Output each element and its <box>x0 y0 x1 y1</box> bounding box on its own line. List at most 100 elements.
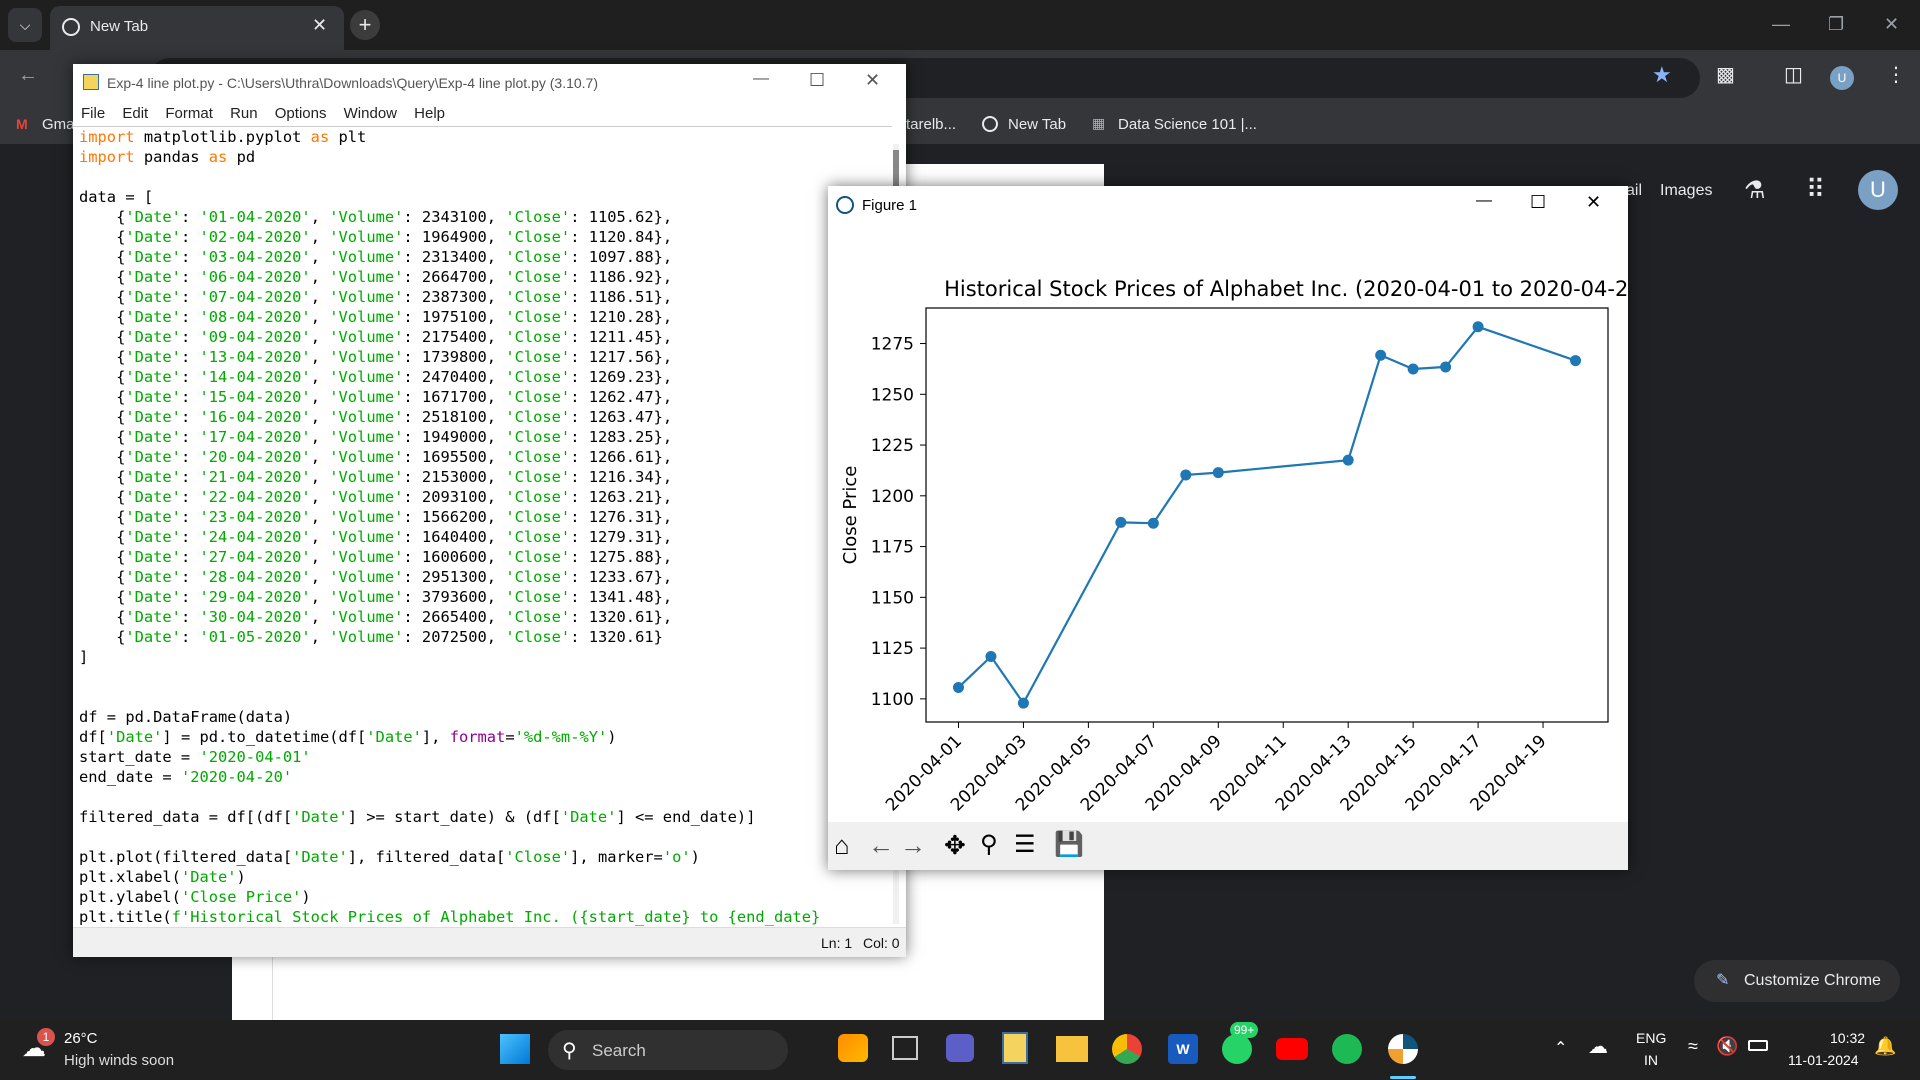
side-panel-icon[interactable]: ◫ <box>1784 62 1803 87</box>
chrome-globe-icon <box>62 18 80 36</box>
new-tab-button[interactable]: + <box>350 10 380 40</box>
data-point <box>985 651 997 663</box>
code-line-data-row: {'Date': '08-04-2020', 'Volume': 1975100… <box>79 308 673 326</box>
menu-window[interactable]: Window <box>344 105 397 122</box>
taskbar-search[interactable]: ⚲ Search <box>548 1030 788 1070</box>
notification-bell-icon[interactable]: 🔔 <box>1874 1036 1896 1057</box>
customize-chrome-button[interactable]: ✎ Customize Chrome <box>1694 960 1900 1002</box>
search-label: Search <box>592 1041 646 1060</box>
code-line-data-row: {'Date': '22-04-2020', 'Volume': 2093100… <box>79 488 673 506</box>
y-tick-label: 1225 <box>871 436 914 456</box>
back-arrow-icon[interactable]: ← <box>18 64 38 87</box>
idle-minimize-icon[interactable]: — <box>753 70 769 88</box>
file-explorer-icon[interactable] <box>1056 1036 1088 1062</box>
minimize-icon[interactable]: — <box>1772 14 1790 35</box>
tab-title: New Tab <box>90 18 149 35</box>
task-view-icon[interactable] <box>892 1036 918 1060</box>
matplotlib-taskbar-icon[interactable] <box>1388 1034 1418 1064</box>
teams-icon[interactable] <box>946 1034 974 1062</box>
home-icon[interactable]: ⌂ <box>834 830 850 861</box>
chrome-icon[interactable] <box>1112 1034 1142 1064</box>
images-link[interactable]: Images <box>1660 182 1712 200</box>
data-point <box>1375 349 1387 361</box>
restore-icon[interactable]: ❐ <box>1828 14 1844 35</box>
code-line-data-row: {'Date': '13-04-2020', 'Volume': 1739800… <box>79 348 673 366</box>
code-line-data-row: {'Date': '16-04-2020', 'Volume': 2518100… <box>79 408 673 426</box>
y-tick-label: 1150 <box>871 588 914 608</box>
onedrive-icon[interactable]: ☁ <box>1588 1034 1608 1059</box>
chevron-up-icon[interactable]: ⌃ <box>1554 1038 1567 1058</box>
back-icon[interactable]: ← <box>868 830 894 861</box>
profile-avatar[interactable]: U <box>1830 66 1854 90</box>
code-line-blank: ​ <box>79 687 892 707</box>
gmail-icon: M <box>16 116 28 132</box>
close-icon[interactable]: ✕ <box>1884 14 1899 35</box>
wifi-icon[interactable]: ≈ <box>1688 1036 1698 1057</box>
spotify-icon[interactable] <box>1332 1034 1362 1064</box>
menu-format[interactable]: Format <box>165 105 213 122</box>
code-line-data-row: {'Date': '30-04-2020', 'Volume': 2665400… <box>79 608 673 626</box>
menu-file[interactable]: File <box>81 105 105 122</box>
data-point <box>1570 355 1582 367</box>
windows-taskbar: ☁ 1 26°C High winds soon ⚲ Search W 99+ … <box>0 1020 1920 1080</box>
y-tick-label: 1200 <box>871 487 914 507</box>
status-line: Ln: 1 <box>821 935 853 951</box>
kebab-menu-icon[interactable]: ⋮ <box>1886 62 1906 87</box>
lang-in[interactable]: IN <box>1644 1052 1658 1068</box>
code-line-data-row: {'Date': '03-04-2020', 'Volume': 2313400… <box>79 248 673 266</box>
clock-date[interactable]: 11-01-2024 <box>1788 1052 1859 1068</box>
code-line-data-row: {'Date': '15-04-2020', 'Volume': 1671700… <box>79 388 673 406</box>
code-line-data-close: ] <box>79 648 89 666</box>
menu-edit[interactable]: Edit <box>122 105 148 122</box>
code-line-data-row: {'Date': '29-04-2020', 'Volume': 3793600… <box>79 588 673 606</box>
tab-search-button[interactable]: ⌵ <box>8 8 42 42</box>
idle-window-title: Exp-4 line plot.py - C:\Users\Uthra\Down… <box>107 75 598 91</box>
data-point <box>1147 517 1159 529</box>
bookmark-new-tab[interactable]: New Tab <box>1008 116 1066 133</box>
whatsapp-icon[interactable] <box>1222 1034 1252 1064</box>
clock-time[interactable]: 10:32 <box>1830 1030 1865 1046</box>
apps-grid-icon[interactable]: ⠿ <box>1806 174 1825 205</box>
lang-eng[interactable]: ENG <box>1636 1030 1666 1046</box>
figure-close-icon[interactable]: ✕ <box>1586 192 1601 213</box>
widgets-icon[interactable] <box>838 1034 868 1062</box>
gmail-link[interactable]: ail <box>1626 182 1642 200</box>
figure-maximize-icon[interactable]: ☐ <box>1530 192 1546 213</box>
windows-start-icon[interactable] <box>500 1034 530 1064</box>
idle-menu-bar: File Edit Format Run Options Window Help <box>73 102 914 126</box>
tab-new-tab[interactable]: New Tab ✕ <box>50 6 344 50</box>
figure-minimize-icon[interactable]: — <box>1476 192 1492 210</box>
code-editor[interactable]: import matplotlib.pyplot as plt import pa… <box>73 126 892 928</box>
bookmark-gmail[interactable]: Gma <box>42 116 75 133</box>
menu-run[interactable]: Run <box>230 105 258 122</box>
code-line-import-matplotlib: import matplotlib.pyplot as plt <box>79 128 367 146</box>
weather-temp[interactable]: 26°C <box>64 1030 98 1047</box>
forward-icon[interactable]: → <box>900 830 926 861</box>
idle-maximize-icon[interactable]: ☐ <box>809 70 825 91</box>
menu-help[interactable]: Help <box>414 105 445 122</box>
python-file-taskbar-icon[interactable] <box>1002 1032 1028 1064</box>
bookmark-star-icon[interactable]: ★ <box>1652 62 1672 88</box>
pan-icon[interactable]: ✥ <box>944 830 966 861</box>
weather-desc[interactable]: High winds soon <box>64 1052 174 1069</box>
zoom-icon[interactable]: ⚲ <box>980 830 998 859</box>
save-icon[interactable]: 💾 <box>1054 830 1084 859</box>
volume-muted-icon[interactable]: 🔇 <box>1716 1036 1738 1057</box>
code-line: ​ <box>79 787 892 807</box>
extensions-icon[interactable]: ▩ <box>1716 62 1735 87</box>
youtube-icon[interactable] <box>1276 1038 1308 1060</box>
bookmark-data-science[interactable]: Data Science 101 |... <box>1118 116 1257 133</box>
tab-close-icon[interactable]: ✕ <box>312 15 327 36</box>
ntp-avatar[interactable]: U <box>1858 170 1898 210</box>
idle-close-icon[interactable]: ✕ <box>865 70 880 91</box>
battery-icon[interactable] <box>1748 1040 1768 1051</box>
configure-subplots-icon[interactable]: ☰ <box>1014 830 1036 859</box>
plot-area <box>925 307 1609 723</box>
code-line-data-row: {'Date': '09-04-2020', 'Volume': 2175400… <box>79 328 673 346</box>
word-icon[interactable]: W <box>1168 1034 1198 1064</box>
figure-window-title: Figure 1 <box>862 197 918 214</box>
data-point <box>1472 321 1484 333</box>
menu-options[interactable]: Options <box>275 105 327 122</box>
idle-title-bar: Exp-4 line plot.py - C:\Users\Uthra\Down… <box>73 64 906 102</box>
labs-flask-icon[interactable]: ⚗ <box>1744 176 1766 205</box>
